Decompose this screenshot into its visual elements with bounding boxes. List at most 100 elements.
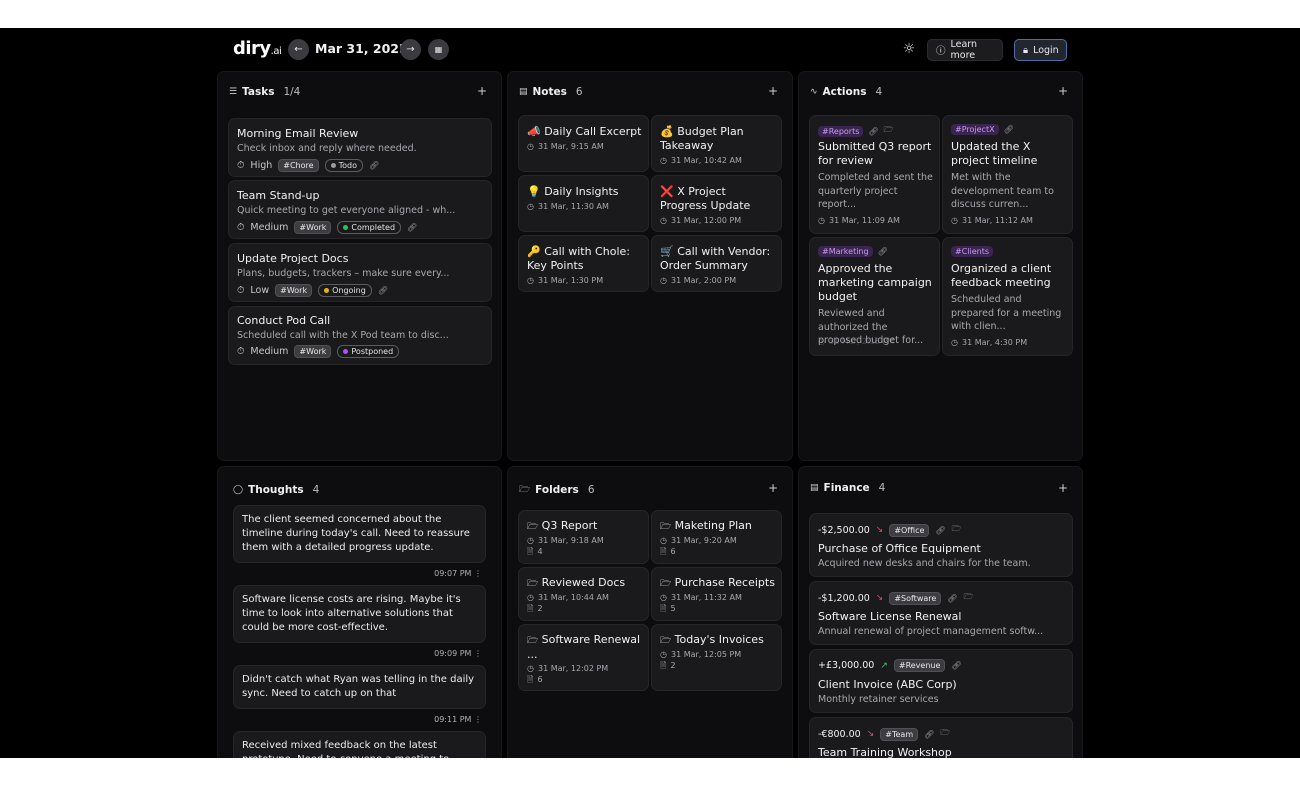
action-time: ◷ 31 Mar, 11:09 AM (818, 216, 900, 225)
more-icon[interactable]: ⋮ (474, 715, 482, 724)
task-card[interactable]: Update Project Docs Plans, budgets, trac… (228, 243, 492, 302)
action-card[interactable]: #Reports 🔗︎ 🗁︎ Submitted Q3 report for rev… (809, 115, 940, 234)
more-icon[interactable]: ⋮ (474, 649, 482, 658)
link-icon[interactable]: 🔗︎ (369, 161, 379, 170)
link-icon[interactable]: 🔗︎ (947, 594, 957, 603)
action-tag[interactable]: #Marketing (818, 246, 873, 257)
finance-amount: -€800.00 (818, 728, 861, 740)
arrow-left-icon: ← (294, 44, 303, 55)
folder-name: 🗁︎ Today's Invoices (660, 633, 764, 646)
task-status[interactable]: Ongoing (318, 284, 372, 297)
action-tag[interactable]: #ProjectX (951, 124, 999, 135)
task-title: Morning Email Review (237, 127, 359, 140)
checklist-icon: ☰ (229, 87, 238, 97)
task-status[interactable]: Todo (324, 159, 363, 172)
theme-toggle[interactable]: ☼ (900, 40, 918, 58)
note-card[interactable]: ❌ X Project Progress Update ◷ 31 Mar, 12:… (651, 175, 782, 232)
action-card[interactable]: #Clients Organized a client feedback mee… (942, 237, 1073, 356)
thought-item[interactable]: Software license costs are rising. Maybe… (233, 585, 486, 658)
finance-card[interactable]: +£3,000.00 ↗ #Revenue 🔗︎ Client Invoice … (809, 649, 1073, 713)
more-icon[interactable]: ⋮ (474, 569, 482, 578)
task-status[interactable]: Postponed (337, 345, 400, 358)
folder-card[interactable]: 🗁︎ Reviewed Docs ◷ 31 Mar, 10:44 AM 🗎︎ 2 (518, 567, 649, 621)
folder-icon: 🗁︎ (660, 522, 672, 532)
task-priority: High (250, 160, 273, 171)
add-finance-button[interactable]: + (1058, 481, 1068, 495)
folder-card[interactable]: 🗁︎ Maketing Plan ◷ 31 Mar, 9:20 AM 🗎︎ 6 (651, 510, 782, 564)
clock-icon: ◷ (527, 276, 534, 285)
calendar-button[interactable]: ▦ (428, 39, 449, 60)
action-tag[interactable]: #Reports (818, 125, 864, 137)
finance-card[interactable]: -€800.00 ↘ #Team 🔗︎ 🗁︎ Team Training Wor… (809, 717, 1073, 758)
action-title: Submitted Q3 report for review (818, 140, 932, 167)
folders-header: 🗁︎ Folders 6 (519, 484, 595, 496)
link-icon[interactable]: 🔗︎ (378, 286, 388, 295)
link-icon[interactable]: 🔗︎ (924, 730, 934, 739)
finance-tag[interactable]: #Team (880, 727, 919, 741)
folder-icon[interactable]: 🗁︎ (940, 727, 950, 741)
link-icon[interactable]: 🔗︎ (951, 661, 961, 670)
folder-icon: 🗁︎ (519, 485, 531, 495)
file-icon: 🗎︎ (660, 661, 667, 670)
current-date[interactable]: Mar 31, 2025 (315, 40, 408, 58)
action-title: Updated the X project timeline (951, 140, 1038, 167)
clock-icon: ◷ (660, 216, 667, 225)
finance-tag[interactable]: #Revenue (893, 659, 946, 672)
finance-tag[interactable]: #Software (889, 591, 942, 605)
link-icon[interactable]: 🔗︎ (407, 223, 417, 232)
add-action-button[interactable]: + (1058, 84, 1068, 98)
task-tag[interactable]: #Work (294, 221, 332, 234)
action-time: ◷ 31 Mar, 11:12 AM (951, 216, 1033, 225)
thought-item[interactable]: Didn't catch what Ryan was telling in th… (233, 665, 486, 724)
note-card[interactable]: 🛒 Call with Vendor: Order Summary ◷ 31 Ma… (651, 235, 782, 292)
note-card[interactable]: 💰 Budget Plan Takeaway ◷ 31 Mar, 10:42 AM (651, 115, 782, 172)
login-button[interactable]: 🔒︎ Login (1014, 39, 1067, 61)
folder-card[interactable]: 🗁︎ Q3 Report ◷ 31 Mar, 9:18 AM 🗎︎ 4 (518, 510, 649, 564)
folder-card[interactable]: 🗁︎ Today's Invoices ◷ 31 Mar, 12:05 PM 🗎︎… (651, 624, 782, 691)
task-status[interactable]: Completed (337, 221, 402, 234)
action-card[interactable]: #ProjectX 🔗︎ Updated the X project timeli… (942, 115, 1073, 234)
link-icon[interactable]: 🔗︎ (1004, 125, 1014, 134)
trend-down-icon: ↘ (875, 593, 884, 603)
finance-desc: Acquired new desks and chairs for the te… (818, 558, 1031, 569)
thought-text: The client seemed concerned about the ti… (233, 505, 486, 563)
add-folder-button[interactable]: + (768, 481, 778, 495)
file-icon: 🗎︎ (660, 604, 667, 613)
task-card[interactable]: Morning Email Review Check inbox and rep… (228, 118, 492, 177)
top-bar: diry.ai ← Mar 31, 2025 → ▦ ☼ ⓘ Learn more… (233, 38, 1081, 62)
link-icon[interactable]: 🔗︎ (878, 247, 888, 256)
note-card[interactable]: 💡 Daily Insights ◷ 31 Mar, 11:30 AM (518, 175, 649, 232)
folder-card[interactable]: 🗁︎ Software Renewal ... ◷ 31 Mar, 12:02 P… (518, 624, 649, 691)
finance-tag[interactable]: #Office (889, 523, 930, 537)
link-icon[interactable]: 🔗︎ (868, 127, 878, 136)
task-card[interactable]: Team Stand-up Quick meeting to get every… (228, 180, 492, 239)
task-tag[interactable]: #Work (275, 284, 313, 297)
logo[interactable]: diry.ai (233, 38, 282, 63)
link-icon[interactable]: 🔗︎ (935, 526, 945, 535)
add-task-button[interactable]: + (477, 84, 487, 98)
folder-icon[interactable]: 🗁︎ (963, 591, 973, 605)
learn-more-button[interactable]: ⓘ Learn more (927, 39, 1003, 61)
task-tag[interactable]: #Work (294, 345, 332, 358)
task-tag[interactable]: #Chore (278, 159, 319, 172)
thought-item[interactable]: Received mixed feedback on the latest pr… (233, 731, 486, 758)
finance-card[interactable]: -$2,500.00 ↘ #Office 🔗︎ 🗁︎ Purchase of O… (809, 513, 1073, 577)
add-note-button[interactable]: + (768, 84, 778, 98)
prev-day-button[interactable]: ← (288, 39, 309, 60)
task-card[interactable]: Conduct Pod Call Scheduled call with the… (228, 306, 492, 365)
next-day-button[interactable]: → (400, 39, 421, 60)
file-icon: 🗎︎ (527, 547, 534, 556)
folder-card[interactable]: 🗁︎ Purchase Receipts ◷ 31 Mar, 11:32 AM 🗎… (651, 567, 782, 621)
note-card[interactable]: 📣 Daily Call Excerpt ◷ 31 Mar, 9:15 AM (518, 115, 649, 172)
thought-item[interactable]: The client seemed concerned about the ti… (233, 505, 486, 578)
action-card[interactable]: #Marketing 🔗︎ Approved the marketing camp… (809, 237, 940, 356)
plus-icon: + (767, 84, 778, 98)
action-tag[interactable]: #Clients (951, 246, 994, 257)
folder-icon[interactable]: 🗁︎ (952, 523, 962, 537)
stopwatch-icon: ⏱︎ (237, 346, 245, 357)
task-desc: Plans, budgets, trackers – make sure eve… (237, 268, 450, 279)
note-card[interactable]: 🔑 Call with Chole: Key Points ◷ 31 Mar, 1… (518, 235, 649, 292)
finance-card[interactable]: -$1,200.00 ↘ #Software 🔗︎ 🗁︎ Software Li… (809, 581, 1073, 645)
folder-icon[interactable]: 🗁︎ (884, 124, 894, 138)
info-icon: ⓘ (936, 46, 946, 57)
